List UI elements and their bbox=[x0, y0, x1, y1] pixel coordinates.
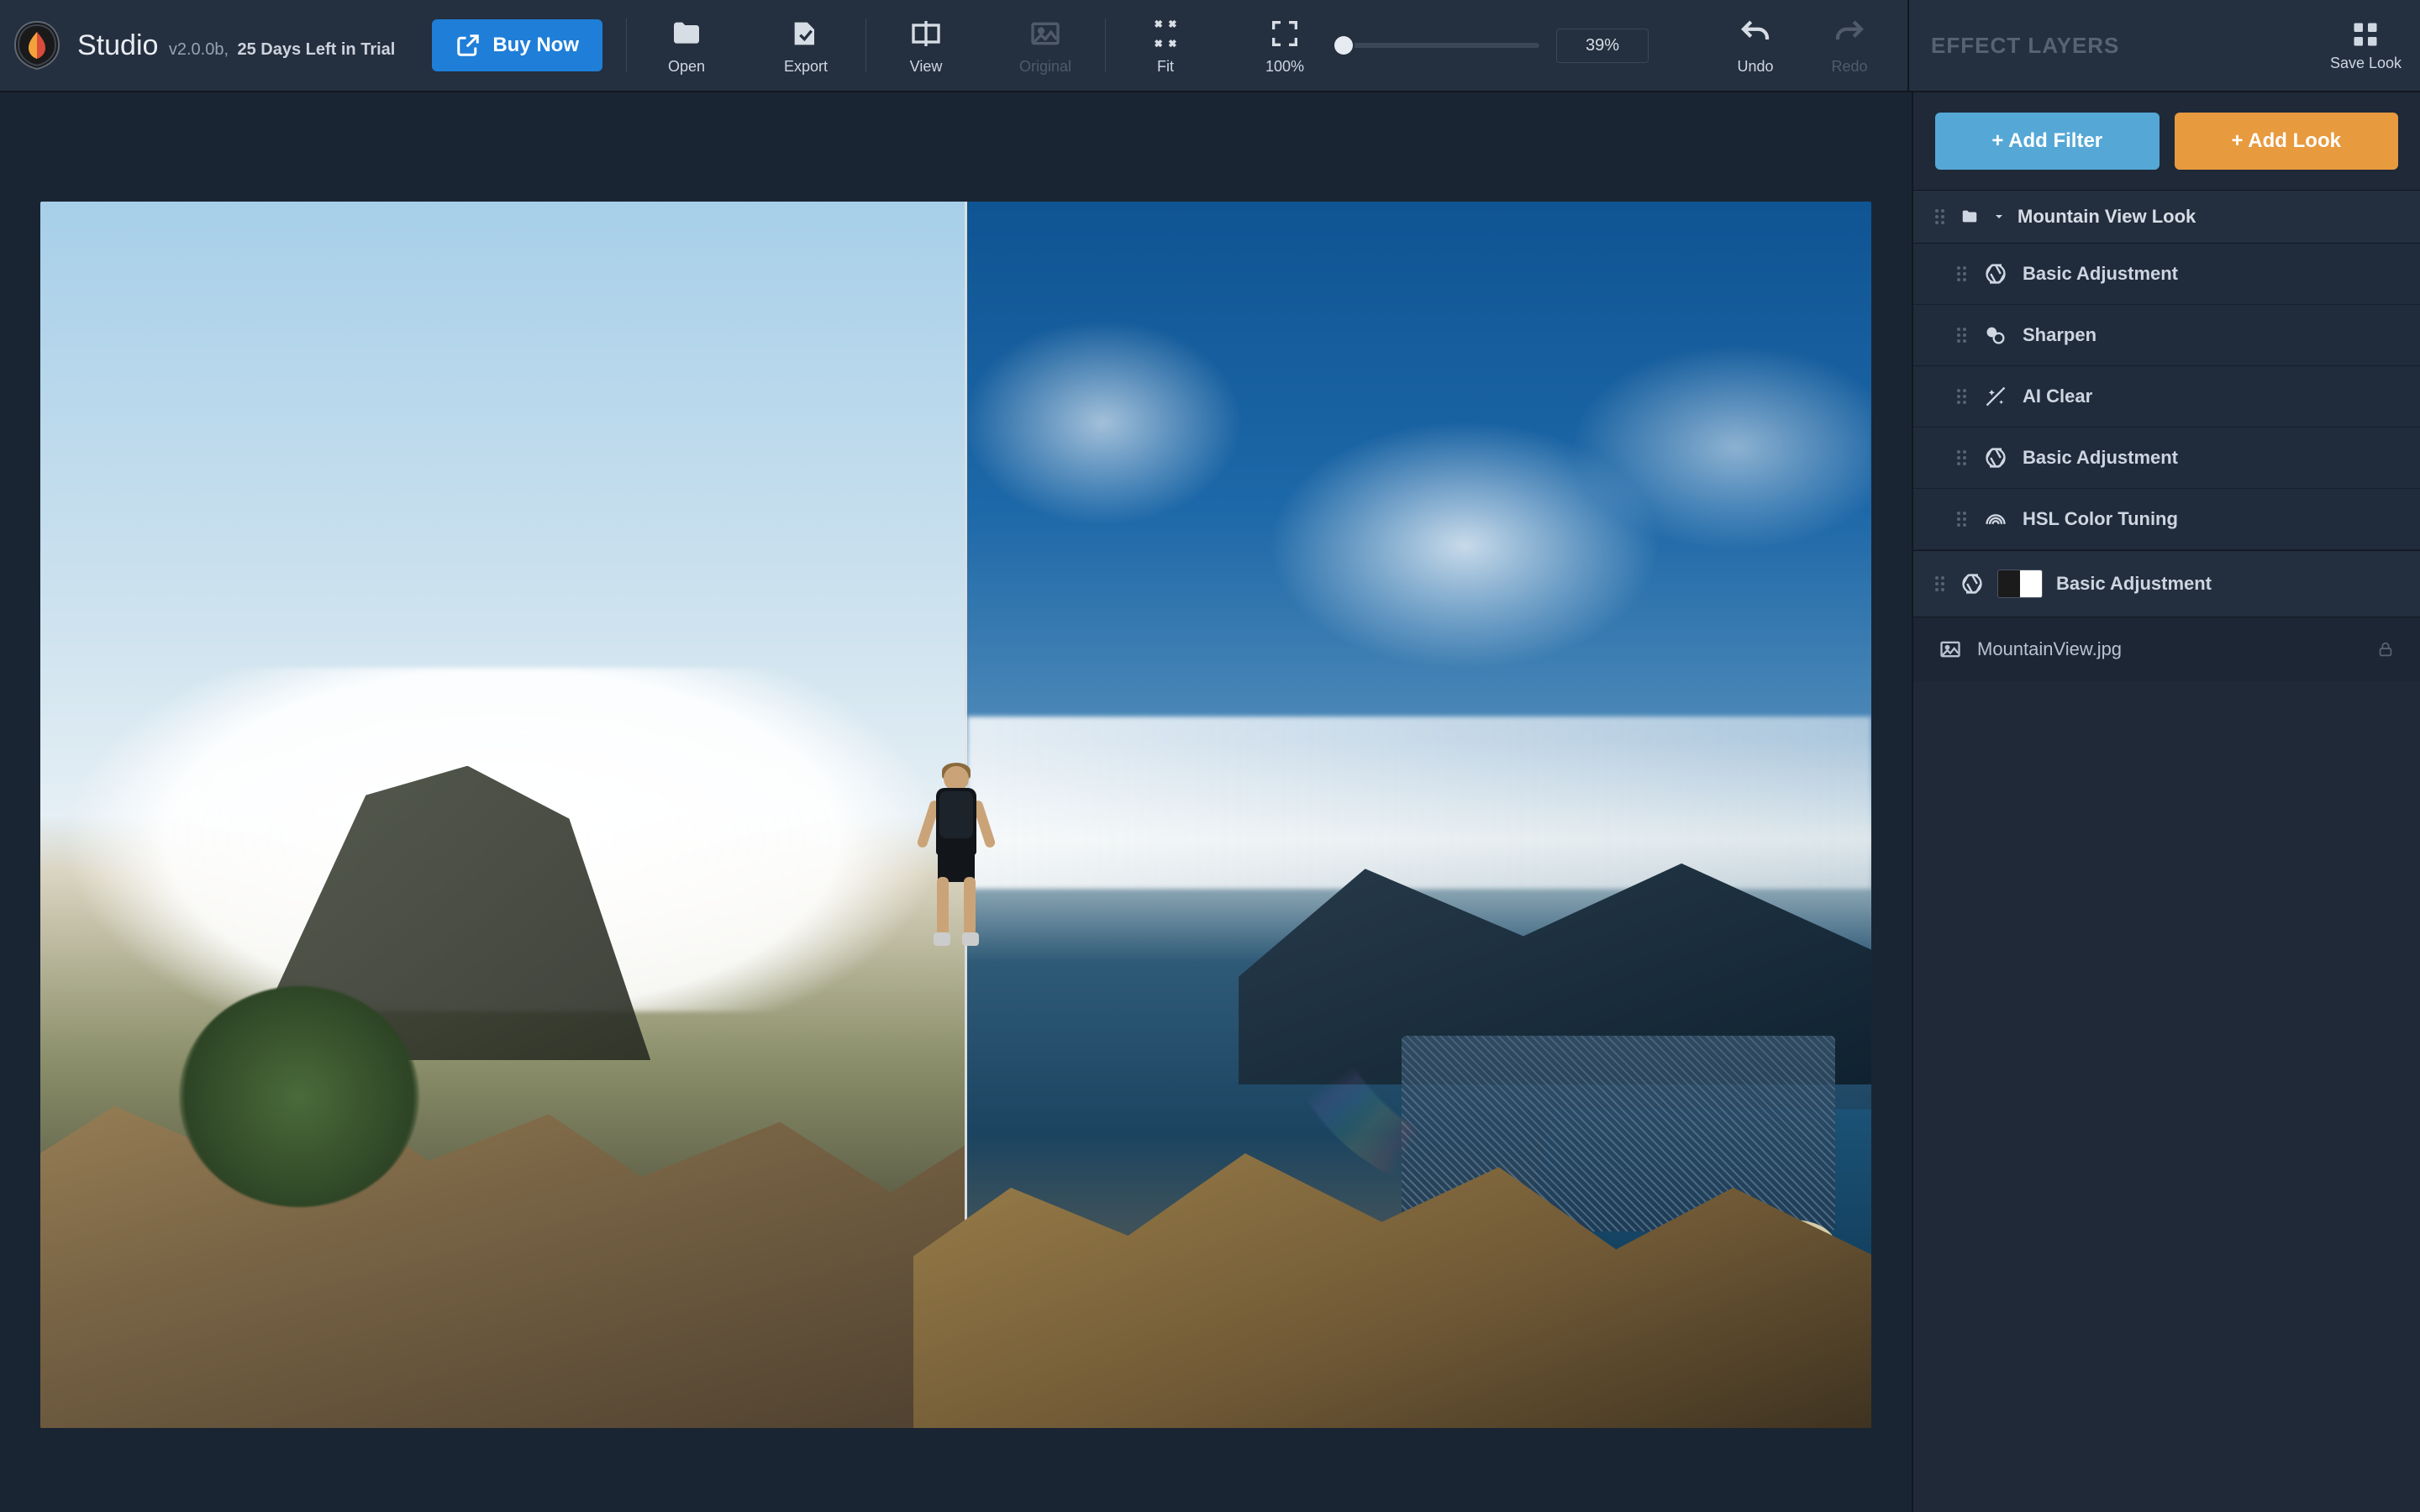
layer-item[interactable]: Sharpen bbox=[1913, 305, 2420, 366]
original-button[interactable]: Original bbox=[1009, 16, 1081, 76]
drag-handle-icon[interactable] bbox=[1957, 450, 1969, 465]
external-icon bbox=[455, 33, 481, 58]
save-look-label: Save Look bbox=[2330, 55, 2402, 72]
after-image bbox=[965, 202, 1871, 1428]
undo-label: Undo bbox=[1737, 58, 1773, 76]
aperture-icon bbox=[1984, 262, 2007, 286]
undo-icon bbox=[1738, 16, 1773, 51]
open-label: Open bbox=[668, 58, 705, 76]
layer-item-name: AI Clear bbox=[2023, 386, 2092, 407]
save-look-button[interactable]: Save Look bbox=[2330, 19, 2402, 72]
layer-group-header[interactable]: Mountain View Look bbox=[1913, 190, 2420, 244]
redo-label: Redo bbox=[1831, 58, 1867, 76]
root-layer-name: Basic Adjustment bbox=[2056, 573, 2212, 595]
image-canvas[interactable] bbox=[40, 202, 1871, 1428]
split-view-icon bbox=[908, 16, 944, 51]
folder-icon bbox=[669, 16, 704, 51]
app-title: Studio bbox=[77, 29, 158, 61]
subject-person bbox=[927, 766, 986, 959]
layer-item[interactable]: AI Clear bbox=[1913, 366, 2420, 428]
fit-label: Fit bbox=[1157, 58, 1174, 76]
zoom-100-label: 100% bbox=[1265, 58, 1304, 76]
app-logo bbox=[12, 20, 62, 71]
export-button[interactable]: Export bbox=[770, 16, 842, 76]
sharpen-icon bbox=[1984, 323, 2007, 347]
hsl-icon bbox=[1984, 507, 2007, 531]
sparkle-icon bbox=[1984, 385, 2007, 408]
canvas-area[interactable] bbox=[0, 92, 1912, 1512]
zoom-100-button[interactable]: 100% bbox=[1249, 16, 1321, 76]
expand-icon bbox=[1267, 16, 1302, 51]
redo-icon bbox=[1832, 16, 1867, 51]
layer-item-name: HSL Color Tuning bbox=[2023, 508, 2178, 530]
buy-now-button[interactable]: Buy Now bbox=[432, 19, 602, 71]
add-filter-button[interactable]: + Add Filter bbox=[1935, 113, 2160, 170]
layer-group-name: Mountain View Look bbox=[2018, 206, 2196, 228]
layer-item[interactable]: Basic Adjustment bbox=[1913, 428, 2420, 489]
version-label: v2.0.0b, bbox=[169, 40, 229, 59]
folder-icon bbox=[1959, 207, 1981, 226]
open-button[interactable]: Open bbox=[650, 16, 723, 76]
original-label: Original bbox=[1019, 58, 1071, 76]
lock-icon bbox=[2376, 640, 2395, 659]
drag-handle-icon[interactable] bbox=[1957, 266, 1969, 281]
drag-handle-icon[interactable] bbox=[1957, 389, 1969, 404]
grid-icon bbox=[2350, 19, 2381, 50]
layer-item[interactable]: Basic Adjustment bbox=[1913, 244, 2420, 305]
image-icon bbox=[1939, 638, 1962, 661]
zoom-slider[interactable] bbox=[1338, 43, 1539, 48]
layer-item-name: Basic Adjustment bbox=[2023, 263, 2178, 285]
source-image-row[interactable]: MountainView.jpg bbox=[1913, 617, 2420, 681]
drag-handle-icon[interactable] bbox=[1935, 209, 1947, 224]
undo-button[interactable]: Undo bbox=[1719, 16, 1791, 76]
panel-title: EFFECT LAYERS bbox=[1931, 33, 2119, 59]
image-filename: MountainView.jpg bbox=[1977, 638, 2122, 660]
mask-thumbnail[interactable] bbox=[1997, 570, 2043, 598]
layer-item-name: Basic Adjustment bbox=[2023, 447, 2178, 469]
zoom-slider-knob[interactable] bbox=[1334, 36, 1353, 55]
before-image bbox=[40, 202, 965, 1428]
drag-handle-icon[interactable] bbox=[1957, 512, 1969, 527]
aperture-icon bbox=[1984, 446, 2007, 470]
aperture-icon bbox=[1960, 572, 1984, 596]
root-layer-item[interactable]: Basic Adjustment bbox=[1913, 550, 2420, 617]
layer-item-name: Sharpen bbox=[2023, 324, 2096, 346]
buy-now-label: Buy Now bbox=[492, 34, 579, 57]
drag-handle-icon[interactable] bbox=[1957, 328, 1969, 343]
zoom-value[interactable]: 39% bbox=[1556, 29, 1649, 63]
drag-handle-icon[interactable] bbox=[1935, 576, 1947, 591]
add-look-button[interactable]: + Add Look bbox=[2175, 113, 2399, 170]
trial-label: 25 Days Left in Trial bbox=[237, 40, 395, 59]
redo-button[interactable]: Redo bbox=[1813, 16, 1886, 76]
view-button[interactable]: View bbox=[890, 16, 962, 76]
fit-button[interactable]: Fit bbox=[1129, 16, 1202, 76]
export-icon bbox=[788, 16, 823, 51]
caret-down-icon bbox=[1992, 210, 2006, 223]
export-label: Export bbox=[784, 58, 828, 76]
image-icon bbox=[1028, 16, 1063, 51]
fit-icon bbox=[1148, 16, 1183, 51]
view-label: View bbox=[910, 58, 943, 76]
layer-item[interactable]: HSL Color Tuning bbox=[1913, 489, 2420, 550]
